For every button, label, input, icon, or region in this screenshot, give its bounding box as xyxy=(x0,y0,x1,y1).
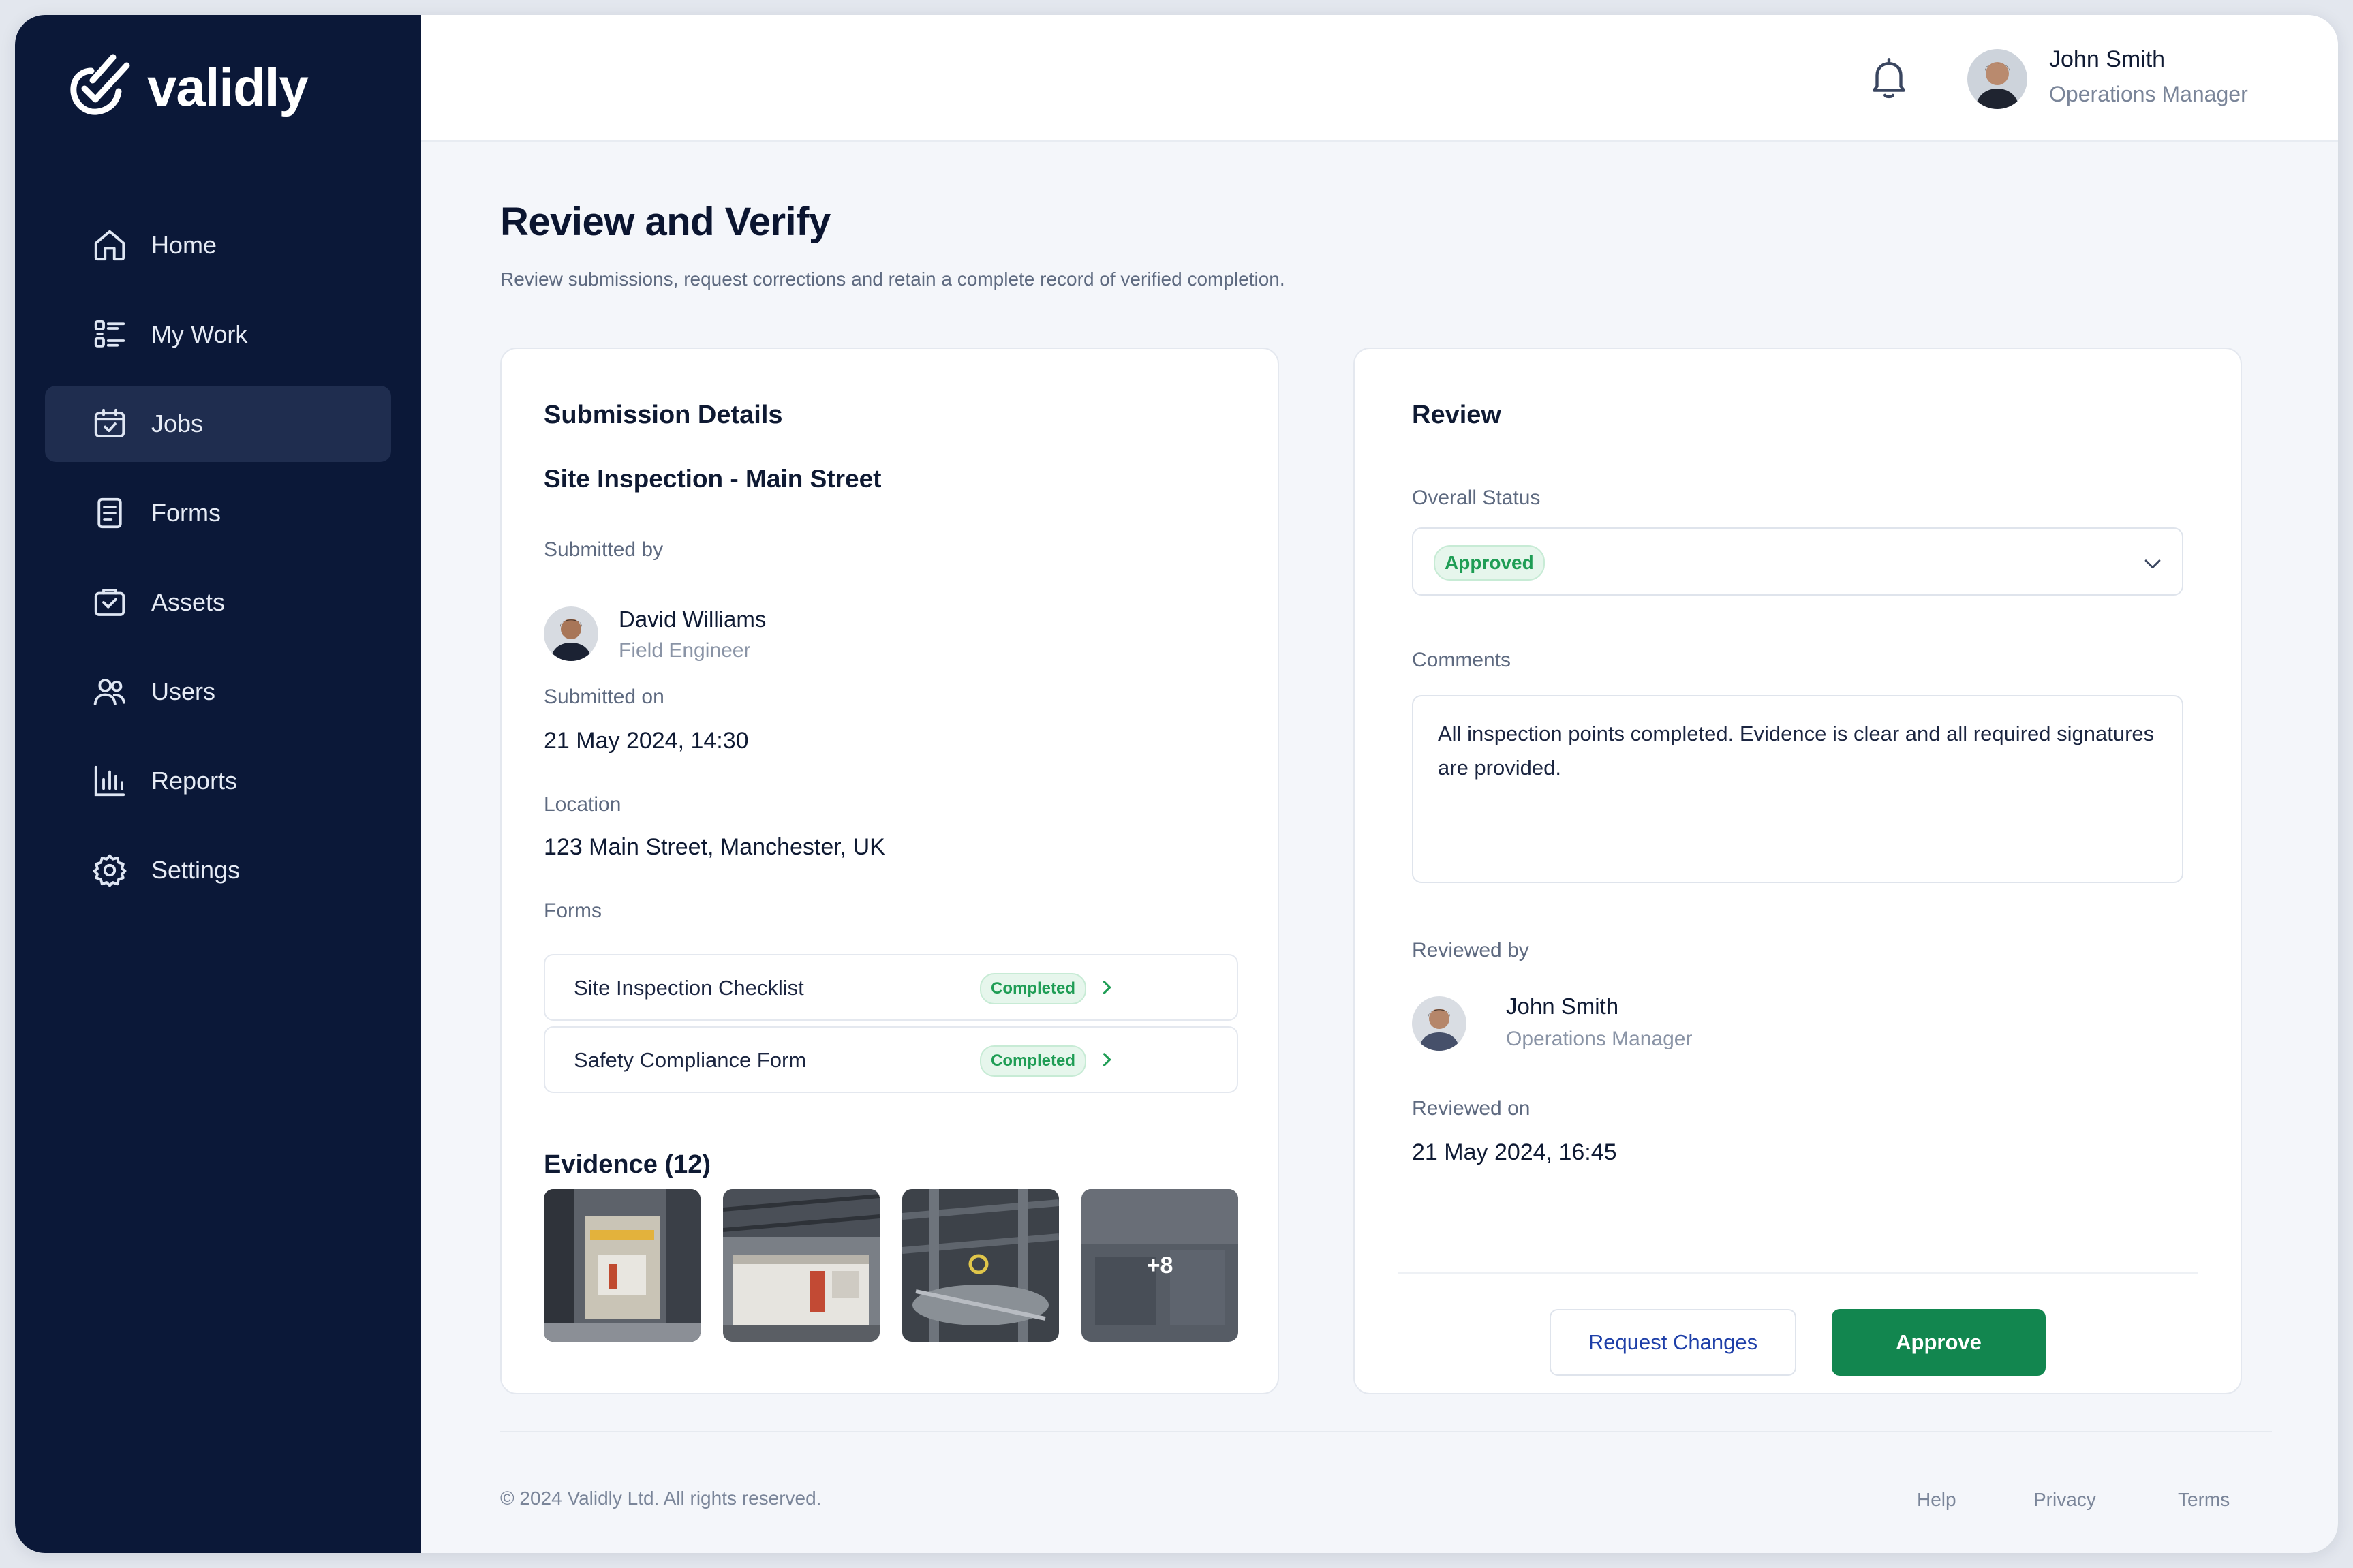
sidebar-item-reports[interactable]: Reports xyxy=(45,743,391,819)
overall-status-select[interactable]: Approved xyxy=(1412,527,2183,596)
location-value: 123 Main Street, Manchester, UK xyxy=(544,834,885,860)
gear-icon xyxy=(93,854,127,887)
top-bar: John Smith Operations Manager xyxy=(421,15,2338,142)
evidence-more-count: +8 xyxy=(1146,1252,1173,1278)
reviewer-name: John Smith xyxy=(1506,994,1619,1019)
user-name[interactable]: John Smith xyxy=(2049,46,2165,73)
submitter-avatar xyxy=(544,606,598,661)
submission-details-heading: Submission Details xyxy=(544,401,783,429)
job-title: Site Inspection - Main Street xyxy=(544,465,882,493)
assets-icon xyxy=(94,589,125,616)
overall-status-label: Overall Status xyxy=(1412,487,1541,509)
forms-label: Forms xyxy=(544,900,602,922)
chevron-right-icon xyxy=(1103,981,1111,994)
sidebar-item-label: Home xyxy=(151,231,217,259)
evidence-photo xyxy=(902,1189,1059,1342)
sidebar-item-forms[interactable]: Forms xyxy=(45,475,391,551)
sidebar-item-settings[interactable]: Settings xyxy=(45,832,391,908)
review-card: Review Overall Status Approved Comments … xyxy=(1353,348,2242,1394)
user-role: Operations Manager xyxy=(2049,82,2248,106)
status-badge: Completed xyxy=(980,1045,1087,1077)
review-heading: Review xyxy=(1412,401,1501,429)
reviewed-on-label: Reviewed on xyxy=(1412,1097,1531,1120)
logo-check-icon xyxy=(70,54,130,115)
evidence-heading: Evidence (12) xyxy=(544,1150,711,1179)
evidence-photo xyxy=(723,1189,880,1342)
location-label: Location xyxy=(544,793,621,816)
bar-chart-icon xyxy=(94,765,125,797)
sidebar-item-label: Users xyxy=(151,677,216,705)
submitted-on-value: 21 May 2024, 14:30 xyxy=(544,728,749,754)
jobs-icon xyxy=(94,408,125,437)
submitted-by-label: Submitted by xyxy=(544,538,664,561)
sidebar-item-label: My Work xyxy=(151,320,248,348)
comments-textarea[interactable]: All inspection points completed. Evidenc… xyxy=(1412,695,2183,883)
chevron-down-icon xyxy=(2144,559,2161,569)
sidebar-item-label: Assets xyxy=(151,588,226,616)
sidebar-item-label: Jobs xyxy=(151,410,204,437)
reviewed-by-label: Reviewed by xyxy=(1412,939,1529,962)
approve-button[interactable]: Approve xyxy=(1832,1309,2046,1376)
status-badge: Approved xyxy=(1434,545,1545,581)
footer-link-terms[interactable]: Terms xyxy=(2178,1489,2230,1511)
sidebar-item-home[interactable]: Home xyxy=(45,207,391,283)
evidence-photo xyxy=(544,1189,701,1342)
user-avatar-image xyxy=(1967,49,2027,109)
sidebar-nav: Home My Work Jobs Forms Assets Users Rep… xyxy=(45,207,391,921)
user-avatar[interactable] xyxy=(1967,49,2027,109)
form-name: Safety Compliance Form xyxy=(574,1048,807,1072)
copyright: © 2024 Validly Ltd. All rights reserved. xyxy=(500,1488,822,1509)
submitter-role: Field Engineer xyxy=(619,639,751,662)
brand-name: validly xyxy=(147,57,309,117)
sidebar-item-label: Reports xyxy=(151,767,238,795)
sidebar-item-label: Settings xyxy=(151,856,241,884)
status-badge: Completed xyxy=(980,973,1087,1004)
sidebar-item-jobs[interactable]: Jobs xyxy=(45,386,391,462)
form-icon xyxy=(97,497,122,529)
sidebar-item-my-work[interactable]: My Work xyxy=(45,296,391,373)
submission-details-card: Submission Details Site Inspection - Mai… xyxy=(500,348,1279,1394)
page-subtitle: Review submissions, request corrections … xyxy=(500,268,1285,290)
chevron-right-icon xyxy=(1103,1053,1111,1066)
sidebar-item-users[interactable]: Users xyxy=(45,654,391,730)
sidebar: validly Home My Work Jobs Forms Assets U… xyxy=(15,15,421,1553)
page-title: Review and Verify xyxy=(500,200,831,244)
users-icon xyxy=(93,679,125,705)
form-row-site-inspection[interactable]: Site Inspection Checklist Completed xyxy=(544,954,1238,1021)
submitted-on-label: Submitted on xyxy=(544,686,664,708)
evidence-thumbnail[interactable] xyxy=(723,1189,880,1342)
sidebar-item-label: Forms xyxy=(151,499,221,527)
evidence-thumbnail[interactable] xyxy=(544,1189,701,1342)
reviewer-role: Operations Manager xyxy=(1506,1028,1693,1050)
comments-label: Comments xyxy=(1412,649,1511,671)
request-changes-button[interactable]: Request Changes xyxy=(1550,1309,1796,1376)
sidebar-item-assets[interactable]: Assets xyxy=(45,564,391,641)
evidence-thumbnail-more[interactable]: +8 xyxy=(1081,1189,1238,1342)
form-row-safety-compliance[interactable]: Safety Compliance Form Completed xyxy=(544,1026,1238,1093)
evidence-thumbnail[interactable] xyxy=(902,1189,1059,1342)
home-icon xyxy=(94,230,125,261)
reviewer-avatar xyxy=(1412,996,1466,1051)
submitter-name: David Williams xyxy=(619,606,767,632)
footer-divider xyxy=(500,1431,2272,1432)
footer-link-help[interactable]: Help xyxy=(1917,1489,1956,1511)
checklist-icon xyxy=(94,320,125,348)
footer-link-privacy[interactable]: Privacy xyxy=(2033,1489,2096,1511)
bell-icon[interactable] xyxy=(1865,55,1913,102)
reviewed-on-value: 21 May 2024, 16:45 xyxy=(1412,1139,1617,1165)
card-divider xyxy=(1398,1272,2198,1274)
form-name: Site Inspection Checklist xyxy=(574,976,804,1000)
logo[interactable]: validly xyxy=(61,50,309,124)
app-window: validly Home My Work Jobs Forms Assets U… xyxy=(15,15,2338,1553)
